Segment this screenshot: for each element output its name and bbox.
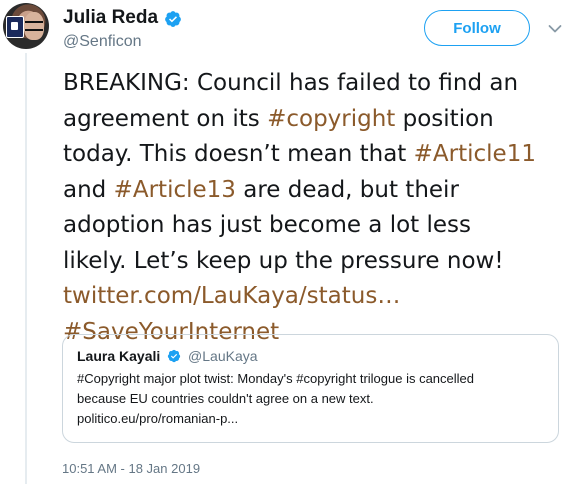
avatar[interactable] — [3, 3, 49, 49]
timestamp[interactable]: 10:51 AM - 18 Jan 2019 — [62, 460, 200, 478]
tweet-line: today. This doesn’t mean that #Article11 — [63, 137, 563, 173]
quoted-display-name[interactable]: Laura Kayali — [77, 348, 160, 364]
username[interactable]: @Senficon — [63, 32, 142, 52]
verified-badge-icon — [168, 349, 181, 363]
tweet: Julia Reda @Senficon Follow BREAKING: Co… — [0, 0, 565, 484]
tweet-line: and #Article13 are dead, but their — [63, 173, 563, 209]
follow-button[interactable]: Follow — [424, 10, 530, 46]
tweet-text-segment: are dead, but their — [235, 176, 459, 203]
tweet-line: agreement on its #copyright position — [63, 102, 563, 138]
status-link[interactable]: twitter.com/LauKaya/status… — [63, 279, 563, 315]
tweet-text-segment: agreement on its — [63, 105, 268, 132]
tweet-text-segment: and — [63, 176, 114, 203]
thread-line — [25, 53, 27, 484]
tweet-line: adoption has just become a lot less — [63, 212, 472, 238]
quoted-username[interactable]: @LauKaya — [188, 348, 257, 364]
quoted-tweet-header: Laura Kayali @LauKaya — [77, 347, 544, 365]
hashtag-link-article11[interactable]: #Article11 — [414, 141, 536, 167]
quoted-tweet-text: #Copyright major plot twist: Monday's #c… — [77, 369, 544, 429]
avatar-patch — [6, 16, 24, 38]
quoted-tweet-line: because EU countries couldn't agree on a… — [77, 391, 374, 406]
avatar-glasses — [25, 21, 43, 31]
quoted-tweet-line: #Copyright major plot twist: Monday's #c… — [77, 371, 475, 386]
quoted-tweet[interactable]: Laura Kayali @LauKaya #Copyright major p… — [62, 334, 559, 443]
tweet-line: BREAKING: Council has failed to find an — [63, 70, 519, 96]
tweet-text: BREAKING: Council has failed to find an … — [63, 66, 563, 350]
hashtag-link-copyright[interactable]: #copyright — [267, 106, 395, 132]
tweet-text-segment: today. This doesn’t mean that — [63, 141, 414, 167]
quoted-tweet-line: politico.eu/pro/romanian-p... — [77, 411, 239, 426]
tweet-text-segment: position — [395, 105, 494, 132]
tweet-line: likely. Let’s keep up the pressure now! — [63, 247, 504, 274]
verified-badge-icon — [165, 11, 181, 27]
display-name[interactable]: Julia Reda — [63, 6, 158, 30]
hashtag-link-article13[interactable]: #Article13 — [114, 177, 236, 203]
chevron-down-icon[interactable] — [548, 24, 562, 34]
